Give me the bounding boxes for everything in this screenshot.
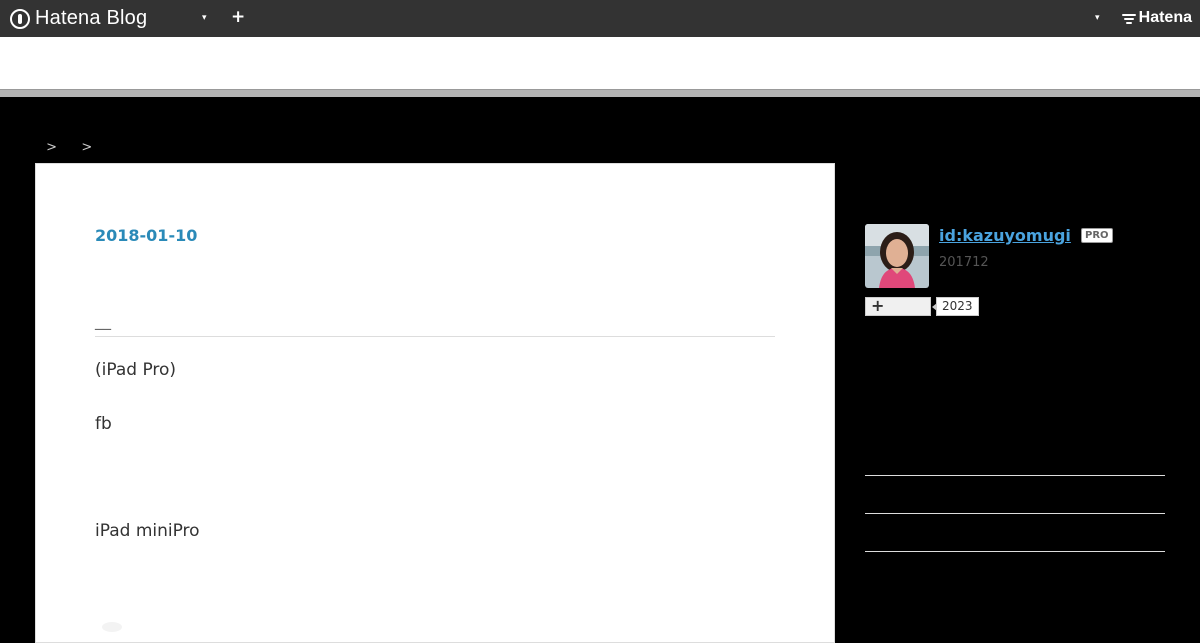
- pro-badge: PRO: [1081, 228, 1113, 243]
- header-divider: [0, 89, 1200, 97]
- hatena-global-header: Hatena Blog ▾ + ▾ Hatena: [0, 0, 1200, 37]
- hatena-blog-logo-icon: [10, 8, 30, 29]
- plus-icon: +: [871, 296, 885, 315]
- sidebar-divider: [865, 551, 1165, 552]
- hatena-wave-icon: [1121, 13, 1136, 24]
- breadcrumb-separator: >: [46, 140, 58, 155]
- avatar-image: [865, 224, 929, 288]
- hatena-blog-logo[interactable]: Hatena Blog: [10, 7, 147, 30]
- follower-count[interactable]: 2023: [932, 297, 979, 316]
- blog-header: [0, 37, 1200, 89]
- sidebar-divider: [865, 475, 1165, 476]
- article-paragraph: (iPad Pro): [95, 360, 177, 380]
- hatena-logo-text: Hatena: [1138, 9, 1192, 26]
- title-divider: [95, 336, 775, 337]
- add-post-button[interactable]: +: [231, 7, 245, 27]
- sidebar-divider: [865, 513, 1165, 514]
- article-paragraph: iPad miniPro: [95, 521, 200, 541]
- brand-name: Hatena Blog: [35, 7, 148, 29]
- username-link[interactable]: id:kazuyomugi: [939, 226, 1071, 245]
- chevron-down-icon[interactable]: ▾: [202, 10, 207, 26]
- hatena-logo[interactable]: Hatena: [1121, 9, 1192, 27]
- account-menu-chevron-icon[interactable]: ▾: [1095, 10, 1100, 26]
- avatar[interactable]: [865, 224, 929, 288]
- breadcrumb-separator: >: [81, 140, 93, 155]
- breadcrumb: > >: [34, 140, 100, 155]
- article-title[interactable]: __: [95, 311, 111, 330]
- user-since: 201712: [939, 255, 989, 270]
- article-date-link[interactable]: 2018-01-10: [95, 226, 197, 245]
- article-paragraph: fb: [95, 414, 112, 434]
- embedded-image-placeholder: [102, 622, 122, 632]
- follow-button[interactable]: +: [865, 297, 931, 316]
- article-card: 2018-01-10 __ (iPad Pro) fb iPad miniPro: [35, 163, 835, 643]
